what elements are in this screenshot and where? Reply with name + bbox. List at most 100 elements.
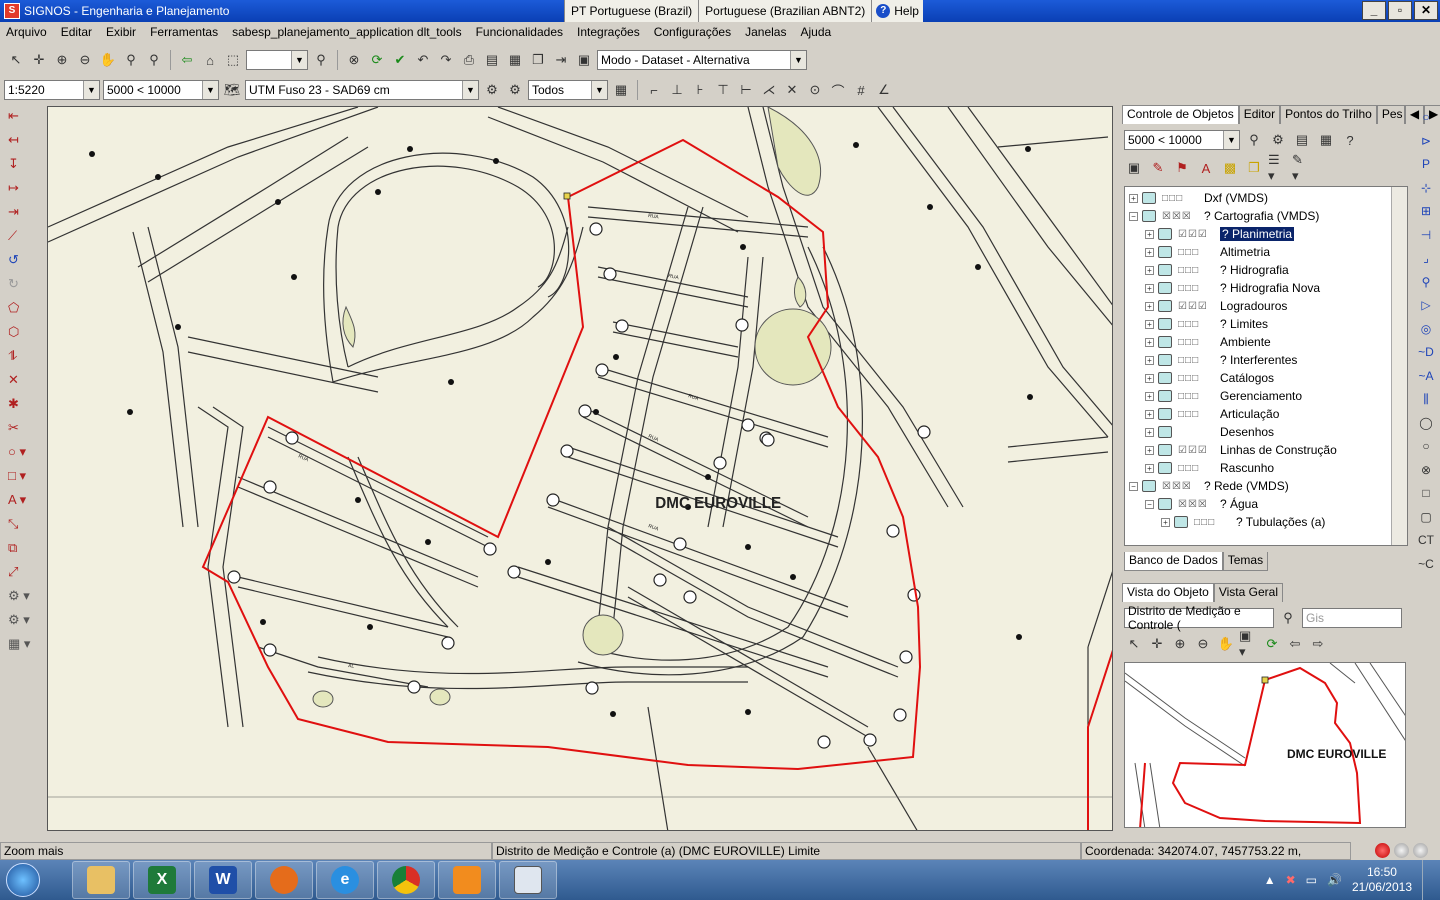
expand-toggle-icon[interactable]: + bbox=[1145, 391, 1154, 401]
gis-field[interactable]: Gis bbox=[1302, 608, 1402, 628]
visibility-checks[interactable]: □□□ bbox=[1178, 409, 1212, 420]
expand-toggle-icon[interactable]: + bbox=[1145, 229, 1154, 239]
object-name-field[interactable]: Distrito de Medição e Controle ( bbox=[1124, 604, 1274, 632]
snap-midpoint-icon[interactable]: ⊦ bbox=[690, 80, 710, 100]
grid-icon[interactable]: ▦ bbox=[611, 80, 631, 100]
expand-toggle-icon[interactable]: + bbox=[1145, 427, 1154, 437]
undo-icon[interactable]: ↶ bbox=[413, 50, 433, 70]
tab-pes[interactable]: Pes bbox=[1376, 105, 1405, 124]
zoom-window-icon[interactable]: ⬚ bbox=[223, 50, 243, 70]
tree-node[interactable]: − ☒☒☒ ? Cartografia (VMDS) bbox=[1129, 207, 1407, 225]
visibility-checks[interactable]: □□□ bbox=[1178, 265, 1212, 276]
snap-angle-icon[interactable]: ∠ bbox=[874, 80, 894, 100]
copy-object-icon[interactable]: ⧉ bbox=[8, 538, 36, 558]
back-arrow-icon[interactable]: ⇦ bbox=[177, 50, 197, 70]
maximize-button[interactable]: ▫ bbox=[1388, 1, 1412, 20]
next-vertex-icon[interactable]: ↦ bbox=[8, 178, 36, 198]
square-icon[interactable]: □ bbox=[1422, 486, 1429, 504]
rectangle-icon[interactable]: □ ▾ bbox=[8, 466, 36, 486]
expand-toggle-icon[interactable]: + bbox=[1145, 301, 1154, 311]
menu-editar[interactable]: Editar bbox=[61, 25, 92, 39]
clock[interactable]: 16:50 21/06/2013 bbox=[1352, 865, 1412, 895]
visibility-checks[interactable]: ☑☑☑ bbox=[1178, 445, 1212, 456]
table-icon[interactable]: ▤ bbox=[1292, 130, 1312, 150]
layer-list-icon[interactable]: ☰ ▾ bbox=[1268, 152, 1288, 183]
visibility-checks[interactable]: □□□ bbox=[1178, 247, 1212, 258]
scale-combo[interactable]: 1:5220 ▼ bbox=[4, 80, 100, 100]
properties-icon[interactable]: ⚙ bbox=[1268, 130, 1288, 150]
find-icon[interactable]: ⚲ bbox=[311, 50, 331, 70]
projection-icon[interactable]: 🗺 bbox=[222, 80, 242, 100]
visibility-checks[interactable]: □□□ bbox=[1162, 193, 1196, 204]
filter-combo[interactable]: Todos ▼ bbox=[528, 80, 608, 100]
mode-combo[interactable]: Modo - Dataset - Alternativa ▼ bbox=[597, 50, 807, 70]
layer-copy-icon[interactable]: ❐ bbox=[1244, 158, 1264, 178]
zoom-out-icon[interactable]: ⊖ bbox=[1193, 634, 1213, 654]
expand-toggle-icon[interactable]: + bbox=[1145, 409, 1154, 419]
menu-janelas[interactable]: Janelas bbox=[745, 25, 786, 39]
circle-point-icon[interactable]: ○ bbox=[1422, 110, 1429, 128]
snap-vertex-icon[interactable]: ⊥ bbox=[667, 80, 687, 100]
zoom-out-icon[interactable]: ⊖ bbox=[75, 50, 95, 70]
tray-expand-icon[interactable]: ▲ bbox=[1264, 873, 1276, 887]
circle-large-icon[interactable]: ◯ bbox=[1419, 416, 1432, 434]
menu-funcionalidades[interactable]: Funcionalidades bbox=[476, 25, 563, 39]
panel-scale-combo[interactable]: 5000 < 10000 ▼ bbox=[1124, 130, 1240, 150]
tree-node[interactable]: + □□□ ? Hidrografia bbox=[1129, 261, 1407, 279]
redo-edit-icon[interactable]: ↻ bbox=[8, 274, 36, 294]
snap-tangent-icon[interactable]: ⋌ bbox=[759, 80, 779, 100]
tree-node[interactable]: + ☑☑☑ Linhas de Construção bbox=[1129, 441, 1407, 459]
snap-nearest-icon[interactable]: ⊤ bbox=[713, 80, 733, 100]
keyboard-layout-indicator[interactable]: Portuguese (Brazilian ABNT2) bbox=[698, 0, 872, 22]
tab-vista-geral[interactable]: Vista Geral bbox=[1213, 583, 1283, 602]
refresh-icon[interactable]: ⟳ bbox=[367, 50, 387, 70]
settings-icon[interactable]: ⚙ bbox=[505, 80, 525, 100]
start-button[interactable] bbox=[0, 860, 46, 900]
menu-arquivo[interactable]: Arquivo bbox=[6, 25, 47, 39]
delete-vertex-icon[interactable]: ✕ bbox=[8, 370, 36, 390]
point-icon[interactable]: P bbox=[1422, 157, 1430, 175]
rounded-square-icon[interactable]: ▢ bbox=[1420, 510, 1431, 528]
home-icon[interactable]: ⌂ bbox=[200, 50, 220, 70]
menu-exibir[interactable]: Exibir bbox=[106, 25, 136, 39]
taskbar-itau[interactable] bbox=[438, 861, 496, 899]
expand-toggle-icon[interactable]: − bbox=[1129, 481, 1138, 491]
layer-filter-icon[interactable]: ⚙ bbox=[482, 80, 502, 100]
minimize-button[interactable]: _ bbox=[1362, 1, 1386, 20]
expand-toggle-icon[interactable]: + bbox=[1145, 265, 1154, 275]
expand-toggle-icon[interactable]: + bbox=[1145, 373, 1154, 383]
copy-icon[interactable]: ❐ bbox=[528, 50, 548, 70]
arrow-right-icon[interactable]: ⊳ bbox=[1421, 134, 1431, 152]
expand-toggle-icon[interactable]: + bbox=[1161, 517, 1170, 527]
expand-toggle-icon[interactable]: + bbox=[1145, 283, 1154, 293]
tree-node[interactable]: + □□□ Dxf (VMDS) bbox=[1129, 189, 1407, 207]
expand-toggle-icon[interactable]: + bbox=[1145, 247, 1154, 257]
layer-snap-icon[interactable]: ⚑ bbox=[1172, 158, 1192, 178]
cross-grid-icon[interactable]: ⊞ bbox=[1421, 204, 1431, 222]
snap-endpoint-icon[interactable]: ⌐ bbox=[644, 80, 664, 100]
tree-node[interactable]: + □□□ ? Hidrografia Nova bbox=[1129, 279, 1407, 297]
tree-node[interactable]: + □□□ ? Limites bbox=[1129, 315, 1407, 333]
taskbar-excel[interactable]: X bbox=[133, 861, 191, 899]
help-panel-icon[interactable]: ? bbox=[1340, 130, 1360, 150]
previous-vertex-icon[interactable]: ↤ bbox=[8, 130, 36, 150]
snap-center-icon[interactable]: ⊙ bbox=[805, 80, 825, 100]
hatch-icon[interactable]: ⫼ bbox=[1423, 392, 1429, 410]
language-indicator[interactable]: PT Portuguese (Brazil) bbox=[564, 0, 699, 22]
back-arrow-icon[interactable]: ⇦ bbox=[1285, 634, 1305, 654]
angle-icon[interactable]: ~A bbox=[1418, 369, 1433, 387]
snap-arc-icon[interactable]: ⌒ bbox=[828, 80, 848, 100]
refresh-icon[interactable]: ⟳ bbox=[1262, 634, 1282, 654]
redo-icon[interactable]: ↷ bbox=[436, 50, 456, 70]
last-vertex-icon[interactable]: ⇥ bbox=[8, 202, 36, 222]
visibility-checks[interactable]: □□□ bbox=[1178, 319, 1212, 330]
zoom-tool-icon[interactable]: ⚲ bbox=[121, 50, 141, 70]
check-icon[interactable]: ✔ bbox=[390, 50, 410, 70]
object-settings-icon[interactable]: ⚙ ▾ bbox=[8, 610, 36, 630]
visibility-checks[interactable]: □□□ bbox=[1194, 517, 1228, 528]
tee-icon[interactable]: ⊣ bbox=[1421, 228, 1431, 246]
select-arrow-icon[interactable]: ↖ bbox=[1124, 634, 1144, 654]
polygon-edit-icon[interactable]: ⬡ bbox=[8, 322, 36, 342]
rotate-icon[interactable]: ↺ bbox=[8, 250, 36, 270]
object-layer-icon[interactable]: ▦ ▾ bbox=[8, 634, 36, 654]
